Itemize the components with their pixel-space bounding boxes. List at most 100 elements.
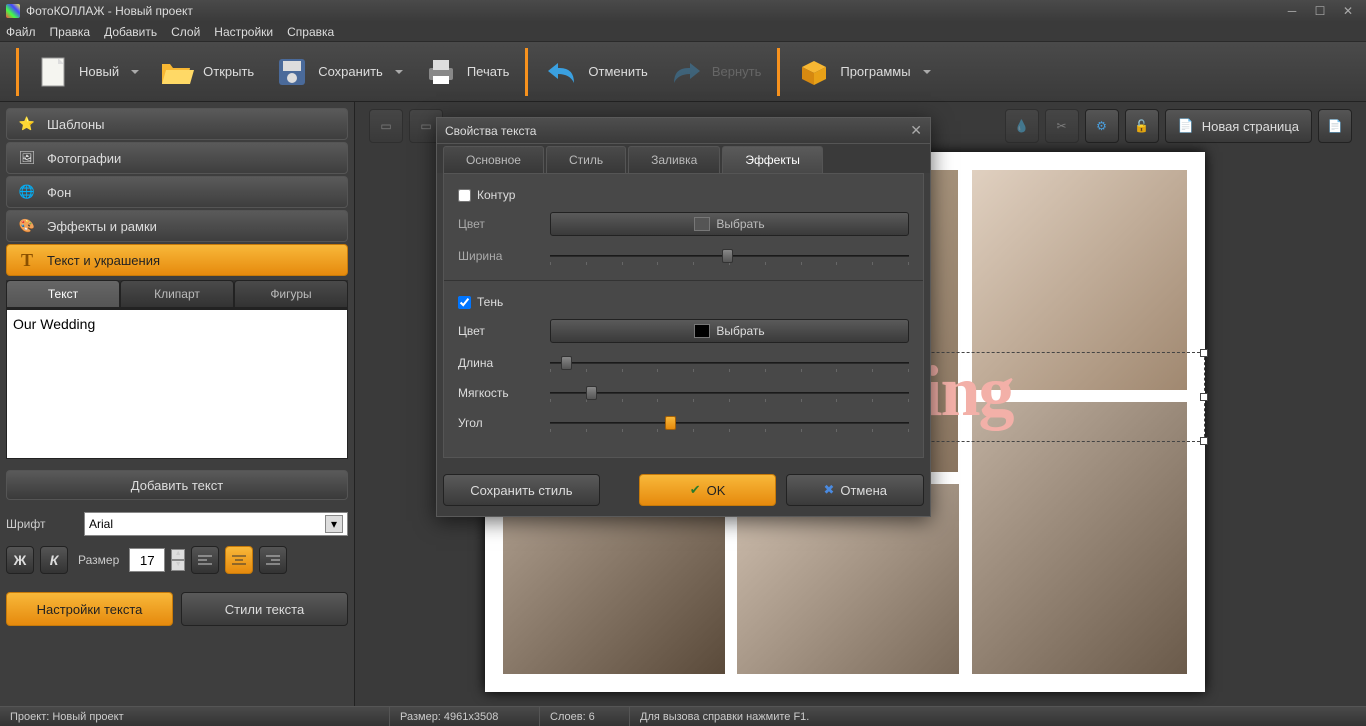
app-logo-icon [6, 4, 20, 18]
layer-back-button[interactable]: ▭ [369, 109, 403, 143]
chevron-down-icon [131, 70, 139, 74]
cancel-button[interactable]: ✖Отмена [786, 474, 924, 506]
new-button[interactable]: Новый [25, 50, 149, 94]
tab-style[interactable]: Стиль [546, 146, 626, 173]
toolbar-separator [16, 48, 19, 96]
menu-add[interactable]: Добавить [104, 25, 157, 39]
image-icon: 🖼 [17, 148, 37, 168]
contour-width-label: Ширина [458, 249, 538, 263]
shadow-color-label: Цвет [458, 324, 538, 338]
dialog-titlebar[interactable]: Свойства текста ✕ [437, 118, 930, 144]
globe-icon: 🌐 [17, 182, 37, 202]
settings-button[interactable]: ⚙ [1085, 109, 1119, 143]
dialog-close-button[interactable]: ✕ [910, 122, 922, 139]
bold-button[interactable]: Ж [6, 546, 34, 574]
contour-width-slider[interactable] [550, 246, 909, 266]
add-text-button[interactable]: Добавить текст [6, 470, 348, 500]
save-icon [274, 54, 310, 90]
programs-button[interactable]: Программы [786, 50, 940, 94]
sidebar-item-text[interactable]: ТТекст и украшения [6, 244, 348, 276]
shadow-softness-slider[interactable] [550, 383, 909, 403]
size-spinner[interactable]: ▲▼ [171, 549, 185, 571]
shadow-checkbox[interactable]: Тень [458, 295, 909, 309]
palette-icon: 🎨 [17, 216, 37, 236]
undo-icon [544, 54, 580, 90]
menu-settings[interactable]: Настройки [214, 25, 273, 39]
align-right-button[interactable] [259, 546, 287, 574]
maximize-button[interactable]: ☐ [1308, 3, 1332, 19]
shadow-length-slider[interactable] [550, 353, 909, 373]
status-size: Размер: 4961x3508 [390, 707, 540, 726]
save-style-button[interactable]: Сохранить стиль [443, 474, 600, 506]
cut-button[interactable]: ✂ [1045, 109, 1079, 143]
sidebar: ⭐Шаблоны 🖼Фотографии 🌐Фон 🎨Эффекты и рам… [0, 102, 355, 706]
italic-button[interactable]: К [40, 546, 68, 574]
page-gear-icon: 📄 [1328, 119, 1343, 133]
shadow-angle-slider[interactable] [550, 413, 909, 433]
tab-effects[interactable]: Эффекты [722, 146, 823, 173]
contour-checkbox[interactable]: Контур [458, 188, 909, 202]
printer-icon [423, 54, 459, 90]
new-file-icon [35, 54, 71, 90]
tab-shapes[interactable]: Фигуры [234, 280, 348, 308]
close-button[interactable]: ✕ [1336, 3, 1360, 19]
shadow-softness-label: Мягкость [458, 386, 538, 400]
size-input[interactable] [129, 548, 165, 572]
resize-handle[interactable] [1200, 437, 1208, 445]
eyedropper-button[interactable]: 💧 [1005, 109, 1039, 143]
sidebar-item-effects[interactable]: 🎨Эффекты и рамки [6, 210, 348, 242]
text-tabs: Текст Клипарт Фигуры [6, 280, 348, 309]
tab-clipart[interactable]: Клипарт [120, 280, 234, 308]
save-button[interactable]: Сохранить [264, 50, 413, 94]
menu-file[interactable]: Файл [6, 25, 36, 39]
chevron-down-icon [923, 70, 931, 74]
menu-help[interactable]: Справка [287, 25, 334, 39]
menu-edit[interactable]: Правка [50, 25, 91, 39]
collage-photo[interactable] [972, 402, 1187, 674]
text-settings-button[interactable]: Настройки текста [6, 592, 173, 626]
font-select[interactable]: Arial ▾ [84, 512, 348, 536]
resize-handle[interactable] [1200, 349, 1208, 357]
print-button[interactable]: Печать [413, 50, 520, 94]
undo-button[interactable]: Отменить [534, 50, 657, 94]
lock-button[interactable]: 🔓 [1125, 109, 1159, 143]
gear-icon: ⚙ [1096, 119, 1107, 133]
text-styles-button[interactable]: Стили текста [181, 592, 348, 626]
statusbar: Проект: Новый проект Размер: 4961x3508 С… [0, 706, 1366, 726]
window-title: ФотоКОЛЛАЖ - Новый проект [26, 4, 193, 18]
toolbar: Новый Открыть Сохранить Печать Отменить … [0, 42, 1366, 102]
redo-icon [668, 54, 704, 90]
toolbar-separator [525, 48, 528, 96]
ok-button[interactable]: ✔OK [639, 474, 777, 506]
open-button[interactable]: Открыть [149, 50, 264, 94]
font-label: Шрифт [6, 517, 76, 531]
contour-color-label: Цвет [458, 217, 538, 231]
minimize-button[interactable]: ─ [1280, 3, 1304, 19]
menu-layer[interactable]: Слой [171, 25, 200, 39]
tab-text[interactable]: Текст [6, 280, 120, 308]
menubar: Файл Правка Добавить Слой Настройки Спра… [0, 22, 1366, 42]
redo-button[interactable]: Вернуть [658, 50, 772, 94]
page-settings-button[interactable]: 📄 [1318, 109, 1352, 143]
sidebar-item-background[interactable]: 🌐Фон [6, 176, 348, 208]
status-layers: Слоев: 6 [540, 707, 630, 726]
shadow-length-label: Длина [458, 356, 538, 370]
shadow-color-button[interactable]: Выбрать [550, 319, 909, 343]
page-add-icon: 📄 [1178, 118, 1194, 134]
resize-handle[interactable] [1200, 393, 1208, 401]
text-properties-dialog: Свойства текста ✕ Основное Стиль Заливка… [436, 117, 931, 517]
text-icon: Т [17, 250, 37, 270]
color-swatch [694, 324, 710, 338]
contour-color-button[interactable]: Выбрать [550, 212, 909, 236]
size-label: Размер [78, 553, 119, 567]
sidebar-item-photos[interactable]: 🖼Фотографии [6, 142, 348, 174]
text-input[interactable] [6, 309, 348, 459]
align-center-button[interactable] [225, 546, 253, 574]
align-left-button[interactable] [191, 546, 219, 574]
toolbar-separator [777, 48, 780, 96]
new-page-button[interactable]: 📄Новая страница [1165, 109, 1312, 143]
sidebar-item-templates[interactable]: ⭐Шаблоны [6, 108, 348, 140]
tab-main[interactable]: Основное [443, 146, 544, 173]
check-icon: ✔ [690, 482, 701, 498]
tab-fill[interactable]: Заливка [628, 146, 720, 173]
